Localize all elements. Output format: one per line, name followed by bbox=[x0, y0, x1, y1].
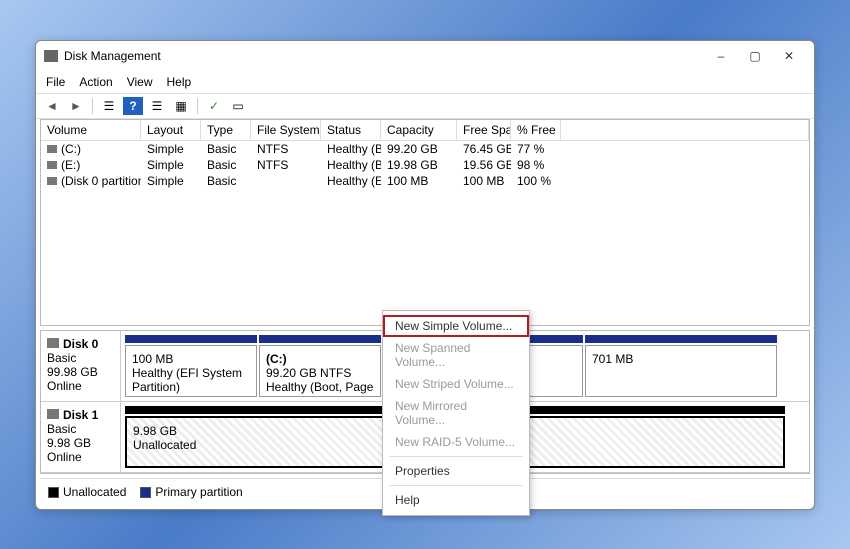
table-cell: 98 % bbox=[511, 157, 561, 173]
context-menu: New Simple Volume...New Spanned Volume..… bbox=[382, 310, 530, 516]
minimize-button[interactable]: – bbox=[704, 45, 738, 67]
refresh-icon[interactable]: ☰ bbox=[99, 97, 119, 115]
window-title: Disk Management bbox=[64, 49, 704, 63]
drive-icon bbox=[47, 161, 57, 169]
partition-header-bar bbox=[585, 335, 777, 343]
forward-icon[interactable]: ► bbox=[66, 97, 86, 115]
col-pctfree[interactable]: % Free bbox=[511, 120, 561, 140]
context-menu-item: New Striped Volume... bbox=[383, 373, 529, 395]
toolbar-separator bbox=[197, 98, 198, 114]
disk-management-window: Disk Management – ▢ ✕ File Action View H… bbox=[35, 40, 815, 510]
context-menu-separator bbox=[389, 456, 523, 457]
check-icon[interactable]: ✓ bbox=[204, 97, 224, 115]
help-icon[interactable]: ? bbox=[123, 97, 143, 115]
titlebar[interactable]: Disk Management – ▢ ✕ bbox=[36, 41, 814, 71]
column-header-row: Volume Layout Type File System Status Ca… bbox=[41, 120, 809, 141]
close-button[interactable]: ✕ bbox=[772, 45, 806, 67]
app-icon bbox=[44, 50, 58, 62]
context-menu-separator bbox=[389, 485, 523, 486]
table-cell: 100 % bbox=[511, 173, 561, 189]
table-cell: (Disk 0 partition 1) bbox=[41, 173, 141, 189]
context-menu-properties[interactable]: Properties bbox=[383, 460, 529, 482]
col-volume[interactable]: Volume bbox=[41, 120, 141, 140]
menubar: File Action View Help bbox=[36, 71, 814, 93]
context-menu-item: New Spanned Volume... bbox=[383, 337, 529, 373]
table-cell: Healthy (B... bbox=[321, 157, 381, 173]
table-cell: Simple bbox=[141, 141, 201, 157]
table-row[interactable]: (Disk 0 partition 1)SimpleBasic Healthy (… bbox=[41, 173, 809, 189]
volume-list: Volume Layout Type File System Status Ca… bbox=[40, 119, 810, 326]
disk-label[interactable]: Disk 1Basic9.98 GBOnline bbox=[41, 402, 121, 472]
table-cell: (C:) bbox=[41, 141, 141, 157]
menu-help[interactable]: Help bbox=[167, 75, 192, 89]
disk-label[interactable]: Disk 0Basic99.98 GBOnline bbox=[41, 331, 121, 401]
table-cell: Basic bbox=[201, 157, 251, 173]
disk-icon bbox=[47, 338, 59, 348]
toolbar: ◄ ► ☰ ? ☰ ▦ ✓ ▭ bbox=[36, 93, 814, 119]
table-row[interactable]: (C:)SimpleBasicNTFSHealthy (B...99.20 GB… bbox=[41, 141, 809, 157]
table-cell: 19.98 GB bbox=[381, 157, 457, 173]
drive-icon bbox=[47, 145, 57, 153]
partition[interactable]: 100 MBHealthy (EFI System Partition) bbox=[125, 345, 257, 397]
table-cell: Simple bbox=[141, 173, 201, 189]
context-menu-item[interactable]: New Simple Volume... bbox=[383, 315, 529, 337]
table-cell: NTFS bbox=[251, 157, 321, 173]
context-menu-help[interactable]: Help bbox=[383, 489, 529, 511]
back-icon[interactable]: ◄ bbox=[42, 97, 62, 115]
disk-icon bbox=[47, 409, 59, 419]
volume-rows: (C:)SimpleBasicNTFSHealthy (B...99.20 GB… bbox=[41, 141, 809, 325]
legend-swatch-black bbox=[48, 487, 59, 498]
table-row[interactable]: (E:)SimpleBasicNTFSHealthy (B...19.98 GB… bbox=[41, 157, 809, 173]
menu-view[interactable]: View bbox=[127, 75, 153, 89]
context-menu-item: New RAID-5 Volume... bbox=[383, 431, 529, 453]
table-cell: Basic bbox=[201, 141, 251, 157]
table-cell: Healthy (B... bbox=[321, 141, 381, 157]
col-layout[interactable]: Layout bbox=[141, 120, 201, 140]
table-cell: (E:) bbox=[41, 157, 141, 173]
table-cell: 99.20 GB bbox=[381, 141, 457, 157]
maximize-button[interactable]: ▢ bbox=[738, 45, 772, 67]
table-cell: 76.45 GB bbox=[457, 141, 511, 157]
col-status[interactable]: Status bbox=[321, 120, 381, 140]
menu-action[interactable]: Action bbox=[79, 75, 112, 89]
toolbar-btn-2[interactable]: ▦ bbox=[171, 97, 191, 115]
table-cell: Simple bbox=[141, 157, 201, 173]
col-free[interactable]: Free Spa... bbox=[457, 120, 511, 140]
menu-file[interactable]: File bbox=[46, 75, 65, 89]
partition[interactable]: 701 MB bbox=[585, 345, 777, 397]
table-cell: Basic bbox=[201, 173, 251, 189]
col-spacer bbox=[561, 120, 809, 140]
table-cell: 19.56 GB bbox=[457, 157, 511, 173]
legend-swatch-blue bbox=[140, 487, 151, 498]
drive-icon bbox=[47, 177, 57, 185]
partition[interactable]: (C:)99.20 GB NTFSHealthy (Boot, Page Fil bbox=[259, 345, 381, 397]
context-menu-item: New Mirrored Volume... bbox=[383, 395, 529, 431]
toolbar-btn-1[interactable]: ☰ bbox=[147, 97, 167, 115]
table-cell bbox=[251, 173, 321, 189]
partition-header-bar bbox=[125, 335, 257, 343]
partition-header-bar bbox=[259, 335, 381, 343]
toolbar-btn-3[interactable]: ▭ bbox=[228, 97, 248, 115]
table-cell: Healthy (E... bbox=[321, 173, 381, 189]
legend-primary: Primary partition bbox=[140, 485, 242, 499]
table-cell: 100 MB bbox=[381, 173, 457, 189]
table-cell: 100 MB bbox=[457, 173, 511, 189]
col-type[interactable]: Type bbox=[201, 120, 251, 140]
table-cell: 77 % bbox=[511, 141, 561, 157]
table-cell: NTFS bbox=[251, 141, 321, 157]
col-capacity[interactable]: Capacity bbox=[381, 120, 457, 140]
toolbar-separator bbox=[92, 98, 93, 114]
col-filesystem[interactable]: File System bbox=[251, 120, 321, 140]
legend-unallocated: Unallocated bbox=[48, 485, 126, 499]
